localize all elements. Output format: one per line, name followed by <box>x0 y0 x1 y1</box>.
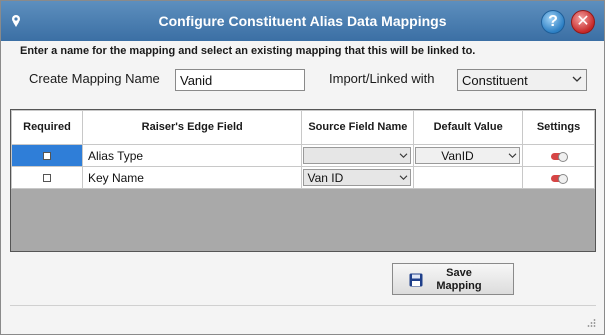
chevron-down-icon <box>508 153 517 159</box>
source-cell[interactable]: Van ID <box>301 166 415 189</box>
import-linked-label: Import/Linked with <box>329 71 435 86</box>
dialog-title: Configure Constituent Alias Data Mapping… <box>158 13 447 29</box>
save-label-line2: Mapping <box>436 280 482 292</box>
settings-toggle-icon[interactable] <box>550 151 568 162</box>
required-checkbox[interactable] <box>42 173 51 182</box>
field-cell: Alias Type <box>81 144 303 167</box>
save-mapping-button[interactable]: Save Mapping <box>392 263 514 295</box>
settings-cell[interactable] <box>522 144 595 167</box>
table-row[interactable]: Key Name Van ID <box>11 166 595 189</box>
import-linked-value: Constituent <box>462 73 528 88</box>
default-cell[interactable] <box>413 166 524 189</box>
column-header-settings[interactable]: Settings <box>522 110 595 145</box>
instructions-text: Enter a name for the mapping and select … <box>20 45 476 57</box>
default-cell[interactable]: VanID <box>413 144 524 167</box>
required-checkbox[interactable] <box>42 151 51 160</box>
column-header-required[interactable]: Required <box>11 110 83 145</box>
title-bar[interactable]: Configure Constituent Alias Data Mapping… <box>1 1 604 41</box>
default-value-select[interactable]: VanID <box>415 147 521 164</box>
chevron-down-icon <box>399 175 408 181</box>
source-field-select[interactable]: Van ID <box>303 169 412 186</box>
mapping-grid: Required Raiser's Edge Field Source Fiel… <box>10 109 596 252</box>
grid-header-row: Required Raiser's Edge Field Source Fiel… <box>11 110 595 145</box>
source-cell[interactable] <box>301 144 415 167</box>
field-cell: Key Name <box>81 166 303 189</box>
save-button-label: Save Mapping <box>429 267 489 293</box>
column-header-field[interactable]: Raiser's Edge Field <box>81 110 303 145</box>
required-cell[interactable] <box>11 166 83 189</box>
settings-cell[interactable] <box>522 166 595 189</box>
mapping-name-input[interactable] <box>175 69 305 91</box>
save-disk-icon <box>409 273 423 287</box>
footer-divider <box>10 305 596 306</box>
help-button[interactable]: ? <box>541 10 565 34</box>
chevron-down-icon <box>399 153 408 159</box>
chevron-down-icon <box>572 76 582 82</box>
resize-grip-icon[interactable] <box>586 318 596 328</box>
settings-toggle-icon[interactable] <box>550 173 568 184</box>
source-field-value: Van ID <box>307 171 344 185</box>
mapping-name-label: Create Mapping Name <box>29 71 160 86</box>
import-linked-select[interactable]: Constituent <box>457 69 587 91</box>
source-field-select[interactable] <box>303 147 412 164</box>
table-row[interactable]: Alias Type VanID <box>11 144 595 167</box>
column-header-default[interactable]: Default Value <box>413 110 524 145</box>
column-header-source[interactable]: Source Field Name <box>301 110 415 145</box>
save-label-line1: Save <box>446 267 472 279</box>
close-button[interactable]: ✕ <box>571 10 595 34</box>
mapping-dialog: Configure Constituent Alias Data Mapping… <box>0 0 605 335</box>
default-value-text: VanID <box>441 149 474 163</box>
required-cell[interactable] <box>11 144 83 167</box>
